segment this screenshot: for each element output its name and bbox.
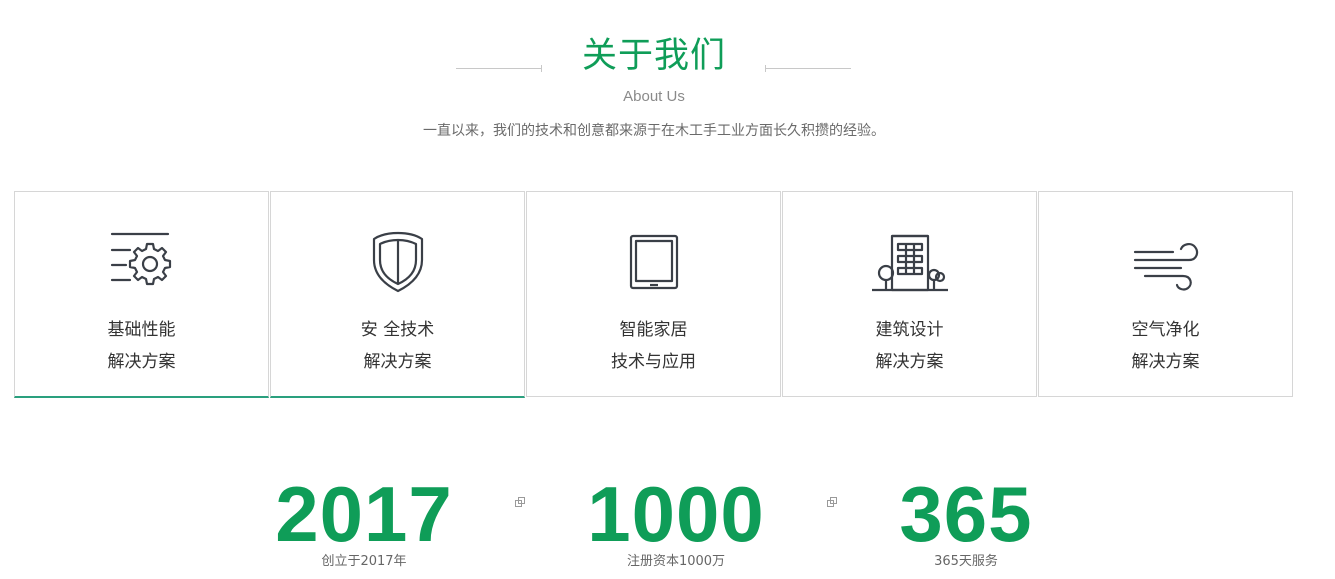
card-title: 空气净化: [1131, 320, 1200, 340]
section-subtitle: About Us: [623, 88, 685, 105]
wind-icon: [1039, 230, 1292, 294]
card-architecture[interactable]: 建筑设计 解决方案: [782, 191, 1037, 397]
separator-icon: [515, 497, 525, 507]
building-icon: [783, 230, 1036, 294]
card-subtitle: 解决方案: [107, 352, 176, 372]
solution-cards: 基础性能 解决方案 安 全技术 解决方案 智能家居 技术与应用 建筑设计 解决方…: [14, 191, 1295, 399]
card-title: 安 全技术: [360, 320, 435, 340]
tablet-icon: [527, 230, 780, 294]
card-smart-home[interactable]: 智能家居 技术与应用: [526, 191, 781, 397]
card-subtitle: 解决方案: [875, 352, 944, 372]
shield-icon: [271, 230, 524, 294]
card-security-tech[interactable]: 安 全技术 解决方案: [270, 191, 525, 398]
settings-gear-icon: [15, 230, 268, 294]
separator-icon: [827, 497, 837, 507]
card-air-purification[interactable]: 空气净化 解决方案: [1038, 191, 1293, 397]
about-header: 关于我们 About Us 一直以来，我们的技术和创意都来源于在木工手工业方面长…: [0, 0, 1335, 150]
stat-founded: 2017 创立于2017年: [264, 468, 464, 570]
card-title: 智能家居: [619, 320, 688, 340]
section-title: 关于我们: [581, 36, 726, 76]
stat-capital: 1000 注册资本1000万: [576, 468, 776, 570]
card-subtitle: 解决方案: [1131, 352, 1200, 372]
stat-number: 365: [899, 470, 1033, 558]
card-title: 建筑设计: [875, 320, 944, 340]
stat-service: 365 365天服务: [866, 468, 1066, 570]
stat-caption: 365天服务: [934, 554, 998, 569]
title-decoration-right: [765, 65, 851, 72]
stat-number: 1000: [587, 470, 765, 558]
stat-number: 2017: [275, 470, 453, 558]
card-subtitle: 技术与应用: [611, 352, 696, 372]
card-subtitle: 解决方案: [363, 352, 432, 372]
title-decoration-left: [456, 65, 542, 72]
company-stats: 2017 创立于2017年 1000 注册资本1000万 365 365天服务: [0, 460, 1335, 579]
card-title: 基础性能: [107, 320, 176, 340]
section-description: 一直以来，我们的技术和创意都来源于在木工手工业方面长久积攒的经验。: [423, 123, 885, 139]
card-basic-performance[interactable]: 基础性能 解决方案: [14, 191, 269, 398]
